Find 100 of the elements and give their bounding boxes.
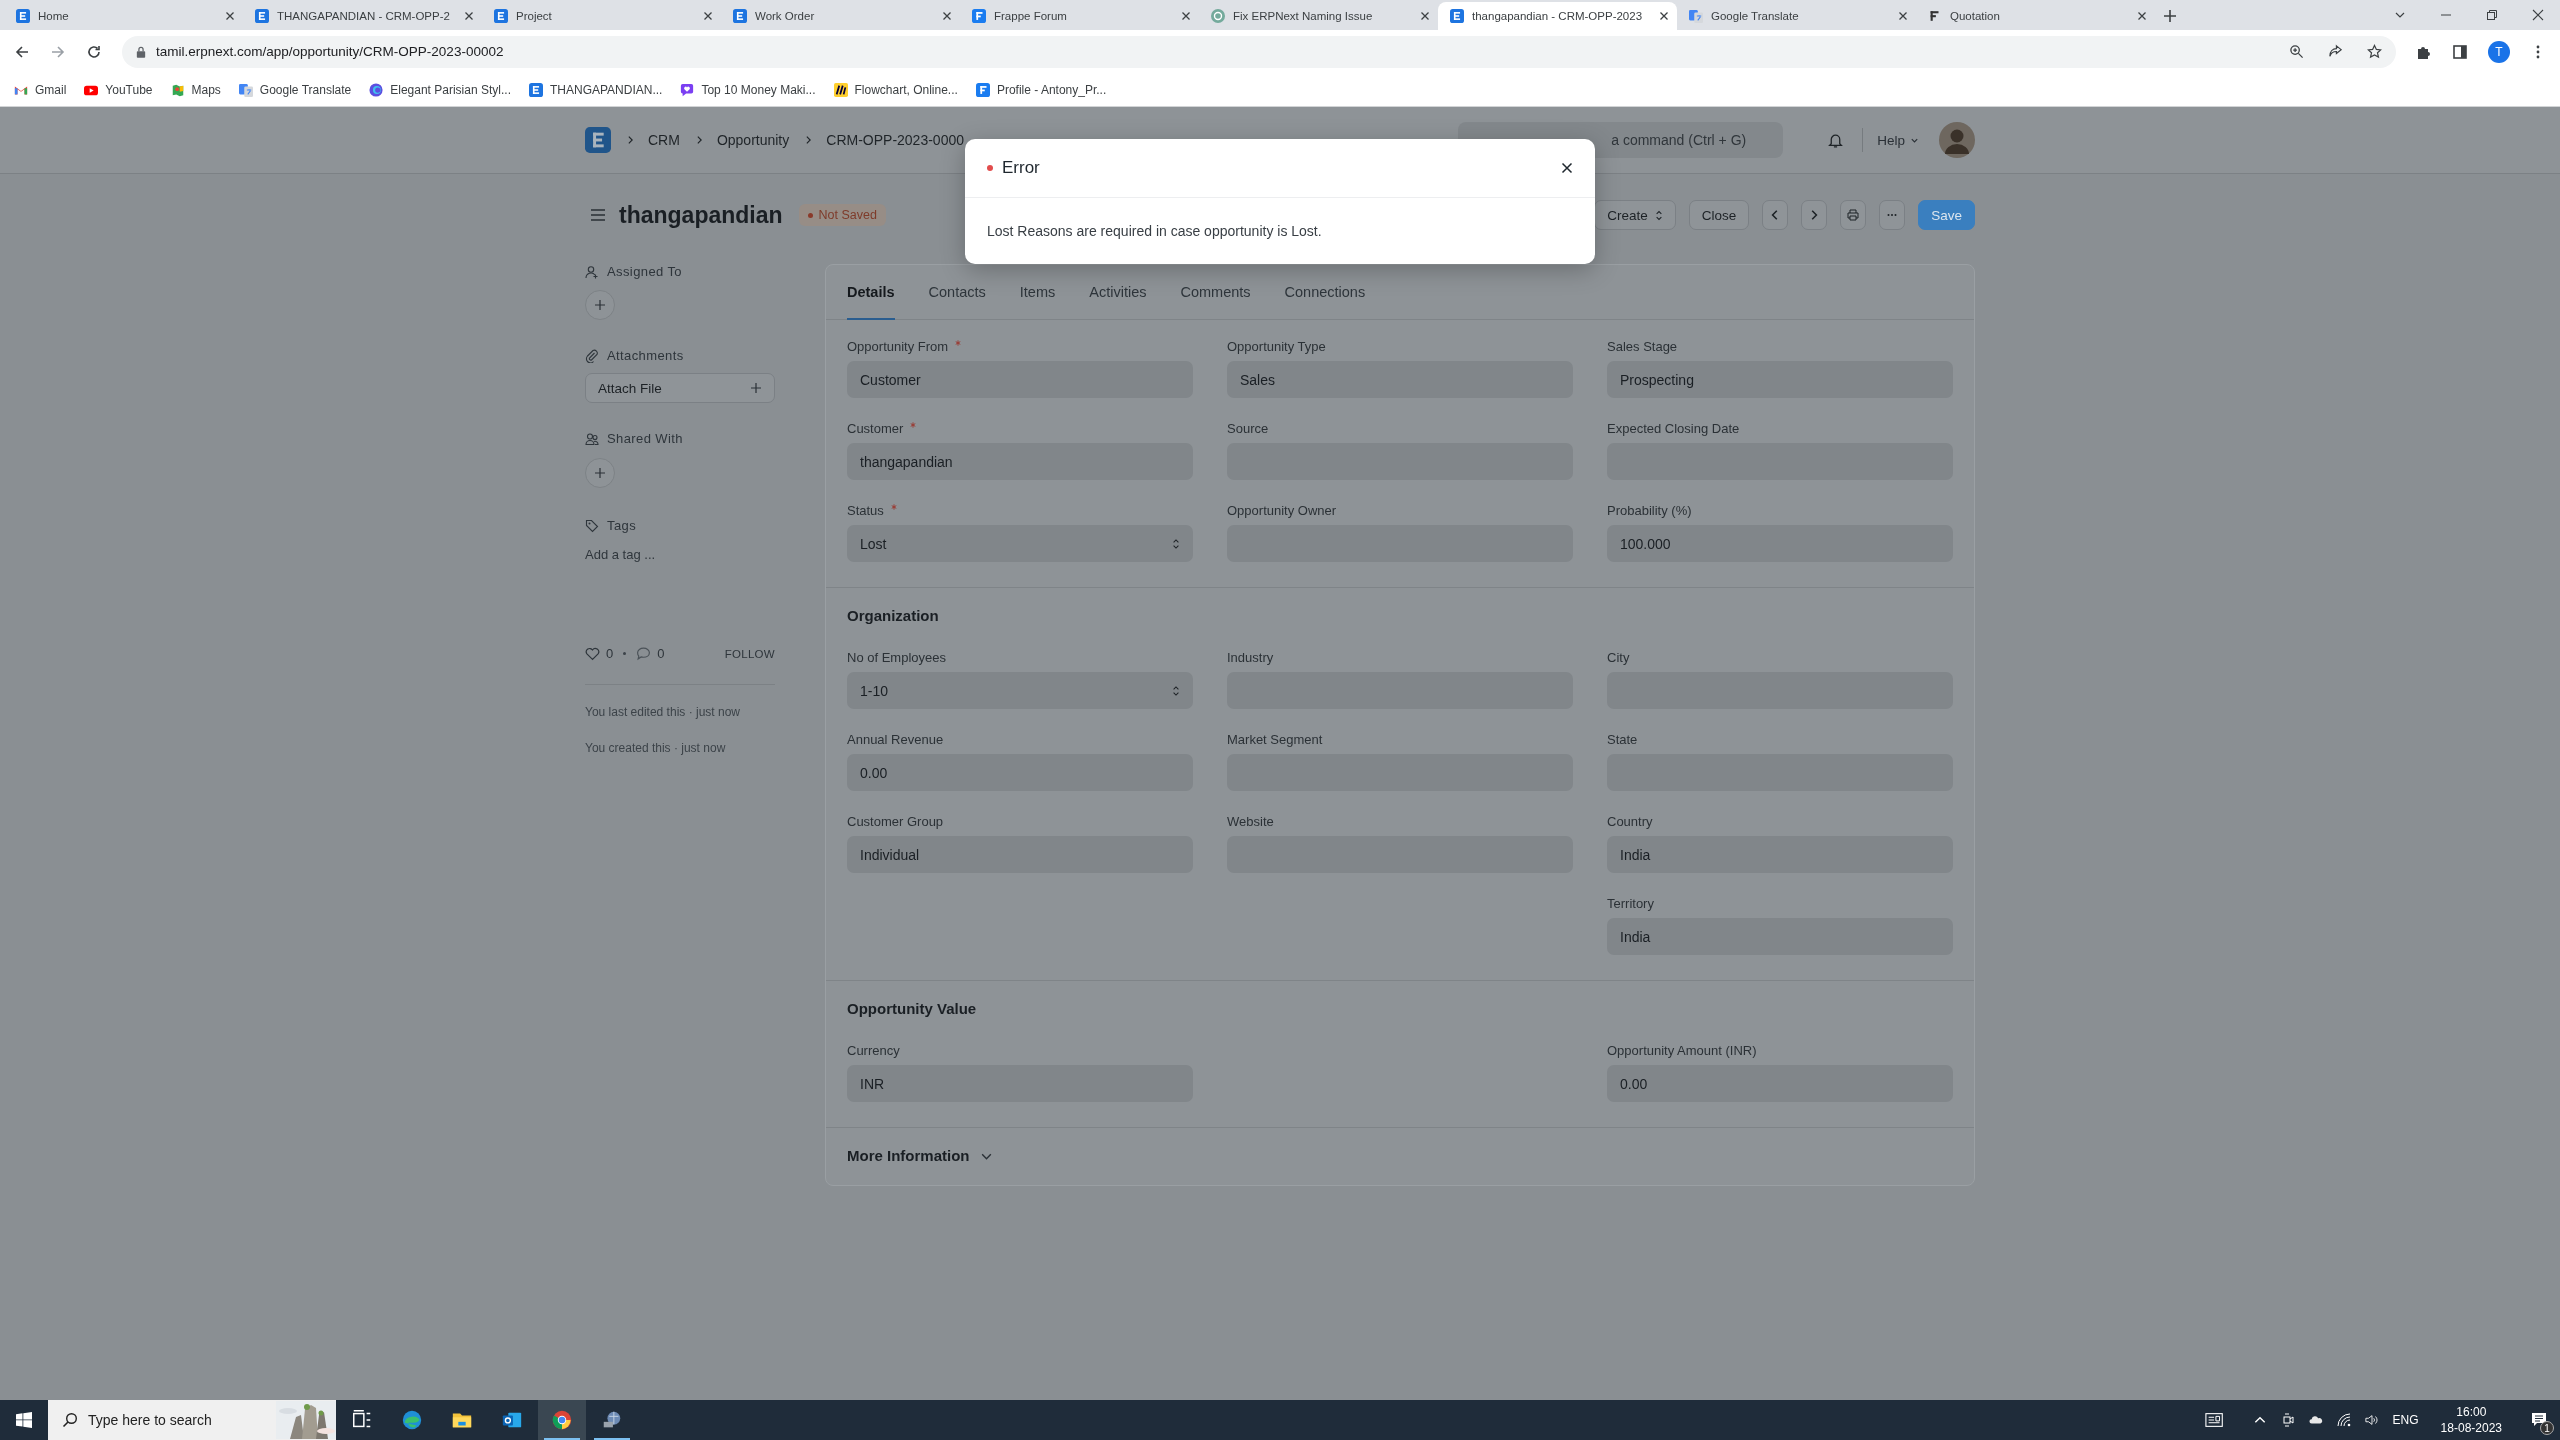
help-menu[interactable]: Help — [1877, 132, 1919, 148]
activity-text: You last edited this · just now — [585, 705, 740, 719]
square-logo-icon — [1450, 9, 1464, 23]
close-icon[interactable] — [1659, 11, 1669, 21]
breadcrumb-link[interactable]: CRM-OPP-2023-0000 — [826, 132, 964, 148]
form-tab[interactable]: Activities — [1089, 265, 1147, 320]
like-count: 0 — [606, 646, 614, 661]
address-bar[interactable]: tamil.erpnext.com/app/opportunity/CRM-OPP-2023-00002 — [122, 35, 2396, 68]
avatar[interactable] — [1939, 122, 1975, 158]
document-title: thangapandian — [619, 201, 783, 229]
browser-tab[interactable]: THANGAPANDIAN - CRM-OPP-2 — [243, 2, 482, 30]
browser-tab[interactable]: Home — [4, 2, 243, 30]
bookmark[interactable]: Top 10 Money Maki... — [680, 82, 816, 97]
field-label: City — [1607, 649, 1630, 667]
close-icon[interactable] — [1181, 11, 1191, 21]
start-icon[interactable] — [16, 1412, 32, 1428]
notification-icon[interactable] — [2531, 1412, 2547, 1428]
square-logo-icon — [16, 9, 30, 23]
attach-file-button[interactable]: Attach File — [585, 373, 775, 403]
close-icon[interactable] — [1561, 162, 1573, 174]
browser-tab[interactable]: thangapandian - CRM-OPP-2023 — [1438, 2, 1677, 30]
close-icon[interactable] — [1898, 11, 1908, 21]
breadcrumb-link[interactable]: Opportunity — [716, 132, 790, 148]
input-field[interactable]: thangapandian — [847, 443, 1193, 480]
input-field[interactable]: 0.00 — [1607, 1065, 1953, 1102]
close-icon[interactable] — [703, 11, 713, 21]
close-icon[interactable] — [2137, 11, 2147, 21]
browser-tab[interactable]: Frappe Forum — [960, 2, 1199, 30]
bookmark[interactable]: Gmail — [14, 82, 67, 97]
close-icon[interactable] — [225, 11, 235, 21]
browser-tab[interactable]: Project — [482, 2, 721, 30]
input-field[interactable]: India — [1607, 918, 1953, 955]
close-button[interactable]: Close — [1688, 200, 1750, 230]
status-badge: Not Saved — [798, 204, 886, 226]
save-button[interactable]: Save — [1918, 200, 1975, 230]
star-icon[interactable] — [2367, 44, 2382, 59]
cloud-icon[interactable] — [2308, 1413, 2323, 1427]
input-field[interactable]: Customer — [847, 361, 1193, 398]
field-label: Industry — [1227, 649, 1274, 667]
input-field[interactable]: 100.000 — [1607, 525, 1953, 562]
form-tab[interactable]: Connections — [1284, 265, 1366, 320]
wifi-icon[interactable] — [2336, 1413, 2351, 1427]
bookmark[interactable]: Flowchart, Online... — [833, 82, 958, 97]
browser-tab[interactable]: Work Order — [721, 2, 960, 30]
form-tab[interactable]: Items — [1019, 265, 1056, 320]
clock-date[interactable]: 18-08-2023 — [2440, 1420, 2502, 1436]
browser-tab[interactable]: Fix ERPNext Naming Issue — [1199, 2, 1438, 30]
close-icon[interactable] — [2532, 9, 2544, 21]
bookmark[interactable]: Elegant Parisian Styl... — [369, 82, 511, 97]
form-tab[interactable]: Details — [847, 265, 895, 320]
bookmark[interactable]: YouTube — [84, 82, 153, 97]
new-tab-icon[interactable] — [2163, 9, 2177, 23]
form-tab[interactable]: Contacts — [928, 265, 986, 320]
profile-avatar[interactable]: T — [2488, 40, 2510, 63]
form-tab[interactable]: Comments — [1180, 265, 1251, 320]
close-icon[interactable] — [942, 11, 952, 21]
speaker-icon[interactable] — [2364, 1413, 2379, 1427]
section-toggle[interactable]: More Information — [847, 1146, 993, 1166]
bookmark[interactable]: Google Translate — [238, 82, 352, 97]
breadcrumb-link[interactable]: CRM — [648, 132, 680, 148]
input-field[interactable]: INR — [847, 1065, 1193, 1102]
input-field[interactable]: India — [1607, 836, 1953, 873]
side-panel-icon[interactable] — [2452, 43, 2468, 60]
heart-chat-icon — [680, 82, 695, 97]
close-icon[interactable] — [464, 11, 474, 21]
print-button[interactable] — [1840, 200, 1867, 230]
select-field[interactable]: Lost — [847, 525, 1193, 562]
square-logo-icon[interactable] — [585, 127, 611, 153]
taskbar-search[interactable]: Type here to search — [48, 1400, 336, 1440]
clock-time[interactable]: 16:00 — [2456, 1404, 2487, 1420]
create-button[interactable]: Create — [1594, 200, 1676, 230]
heart-icon[interactable] — [585, 646, 600, 661]
chrome-icon[interactable] — [538, 1400, 586, 1440]
field-label: Annual Revenue — [847, 731, 944, 749]
input-field[interactable]: 0.00 — [847, 754, 1193, 791]
bookmark[interactable]: Profile - Antony_Pr... — [975, 82, 1107, 97]
follow-link[interactable]: FOLLOW — [724, 647, 775, 660]
map-pin-icon — [170, 82, 185, 97]
language-indicator[interactable]: ENG — [2392, 1413, 2419, 1427]
forward-arrow-icon[interactable] — [50, 43, 66, 60]
close-icon[interactable] — [1420, 11, 1430, 21]
tag-input[interactable]: Add a tag ... — [585, 547, 735, 562]
browser-tab[interactable]: Google Translate — [1677, 2, 1916, 30]
camera-icon[interactable] — [2280, 1413, 2295, 1427]
sidebar-label: Shared With — [585, 431, 683, 446]
restore-icon[interactable] — [2486, 9, 2498, 21]
zoom-icon[interactable] — [2289, 44, 2304, 59]
news-icon[interactable] — [2204, 1412, 2225, 1428]
reload-icon[interactable] — [86, 43, 102, 60]
bookmark[interactable]: Maps — [170, 82, 221, 97]
url-text: tamil.erpnext.com/app/opportunity/CRM-OPP-2023-00002 — [156, 44, 505, 59]
back-arrow-icon[interactable] — [14, 43, 30, 60]
select-field[interactable]: 1-10 — [847, 672, 1193, 709]
bookmark[interactable]: THANGAPANDIAN... — [528, 82, 663, 97]
input-field[interactable]: Individual — [847, 836, 1193, 873]
field-label: Opportunity From — [847, 338, 962, 356]
input-field[interactable]: Prospecting — [1607, 361, 1953, 398]
share-icon[interactable] — [2328, 44, 2343, 59]
input-field[interactable]: Sales — [1227, 361, 1573, 398]
browser-tab[interactable]: Quotation — [1916, 2, 2155, 30]
